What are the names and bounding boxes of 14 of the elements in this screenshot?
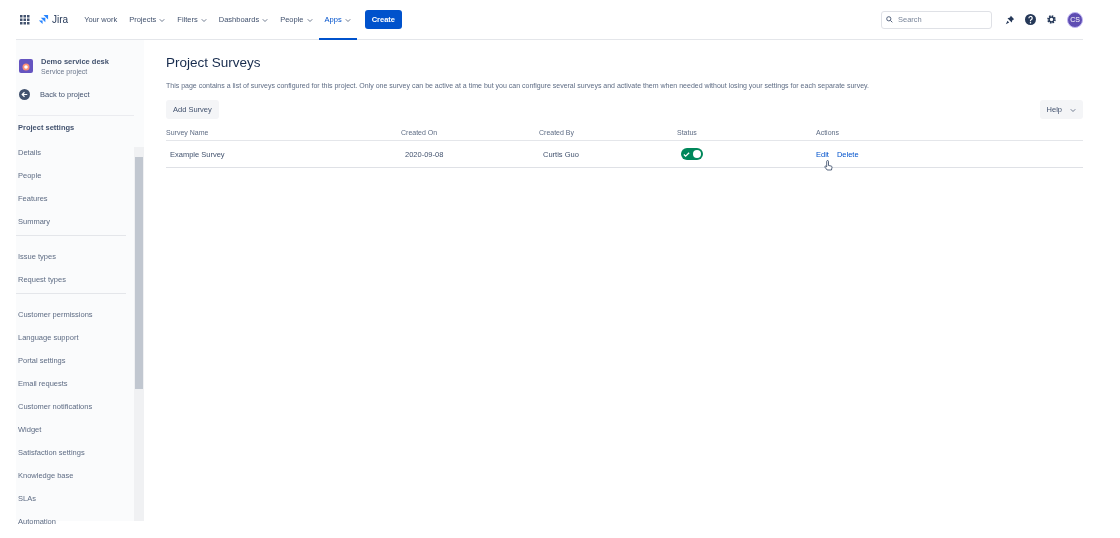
page-title: Project Surveys — [166, 55, 262, 70]
project-avatar-icon — [19, 59, 33, 73]
search-icon — [886, 16, 893, 23]
back-arrow-icon — [19, 89, 30, 100]
scrollbar[interactable] — [134, 147, 144, 521]
status-toggle[interactable] — [681, 148, 703, 160]
check-icon — [683, 150, 690, 158]
hand-cursor-icon — [824, 159, 833, 171]
chevron-down-icon — [1070, 106, 1076, 113]
help-icon[interactable] — [1025, 14, 1036, 25]
logo-icon — [38, 14, 49, 25]
settings-icon[interactable] — [1046, 14, 1057, 25]
app-grid-icon[interactable] — [20, 14, 30, 25]
logo-text: Jira — [52, 14, 69, 25]
